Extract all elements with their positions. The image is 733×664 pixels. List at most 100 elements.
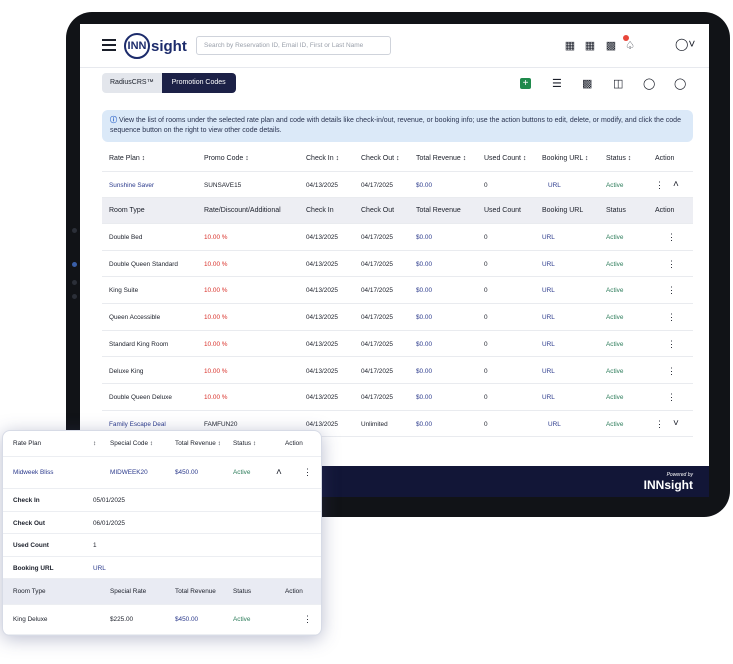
subtable-row: Double Queen Deluxe 10.00 % 04/13/2025 04/1…: [102, 384, 693, 411]
card-header: Rate Plan Special Code ↕ Total Revenue ↕ St…: [3, 431, 321, 457]
card-sub-col-header-0: Room Type: [13, 588, 46, 595]
user-icon[interactable]: ◯˅: [675, 37, 695, 51]
detail-value: 05/01/2025: [93, 497, 125, 504]
cell-0: Double Queen Deluxe: [109, 394, 172, 402]
cell-0: Deluxe King: [109, 367, 144, 375]
building-settings-icon[interactable]: ▩: [582, 77, 592, 90]
cell-6[interactable]: URL: [548, 182, 561, 189]
detail-row: Check In 05/01/2025: [3, 489, 321, 512]
col-header-1[interactable]: Promo Code ↕: [204, 155, 249, 162]
more-icon[interactable]: ⋮: [667, 232, 676, 243]
cell-5: 0: [484, 314, 488, 322]
currency-icon[interactable]: ◯: [643, 77, 655, 90]
more-icon[interactable]: ⋮: [667, 285, 676, 296]
cell-0: Queen Accessible: [109, 314, 161, 322]
cell-4: $0.00: [416, 340, 432, 348]
cell-0: Standard King Room: [109, 340, 169, 348]
col-header-6[interactable]: Booking URL ↕: [542, 155, 588, 162]
cell-7: Active: [606, 182, 624, 189]
card-col-header-4: Action: [285, 440, 303, 447]
sort-icon[interactable]: ↕: [93, 440, 96, 447]
card-col-header-0[interactable]: Rate Plan: [13, 440, 41, 447]
more-icon[interactable]: ⋮: [667, 312, 676, 323]
app-screen: INN sight Search by Reservation ID, Emai…: [80, 24, 709, 497]
more-icon[interactable]: ⋮: [303, 467, 312, 478]
page: INN sight Search by Reservation ID, Emai…: [0, 0, 733, 664]
detail-value: 06/01/2025: [93, 519, 125, 527]
app-logo[interactable]: INN sight: [124, 33, 187, 59]
cell-6[interactable]: URL: [542, 394, 555, 401]
detail-value[interactable]: URL: [93, 565, 106, 572]
more-icon[interactable]: ⋮: [667, 392, 676, 403]
breadcrumb-radiuscrs[interactable]: RadiusCRS™: [102, 73, 162, 93]
sub-col-header-8: Action: [655, 207, 675, 214]
chevron-down-icon[interactable]: ˅: [673, 418, 679, 429]
info-icon: ⓘ: [110, 117, 117, 124]
more-icon[interactable]: ⋮: [667, 259, 676, 270]
dashboard-icon[interactable]: ▩: [604, 38, 618, 52]
cell-0: Double Queen Standard: [109, 260, 178, 268]
card-sub-revenue: $450.00: [175, 616, 199, 623]
cell-6[interactable]: URL: [542, 261, 555, 268]
card-rate-plan[interactable]: Midweek Bliss: [13, 469, 54, 476]
cell-2: 04/13/2025: [306, 182, 338, 189]
table-row[interactable]: Sunshine Saver SUNSAVE15 04/13/2025 04/17/2…: [102, 172, 693, 198]
grid-icon[interactable]: ▦: [583, 38, 597, 52]
cell-2: 04/13/2025: [306, 394, 338, 402]
cell-2: 04/13/2025: [306, 287, 338, 295]
cell-6[interactable]: URL: [542, 287, 555, 294]
card-col-header-2[interactable]: Total Revenue ↕: [175, 440, 221, 447]
card-sub-col-header-1: Special Rate: [110, 588, 147, 595]
cell-2: 04/13/2025: [306, 314, 338, 322]
col-header-0[interactable]: Rate Plan ↕: [109, 155, 145, 162]
cell-1: 10.00 %: [204, 340, 228, 348]
layers-icon[interactable]: ☰: [552, 77, 562, 90]
cell-6[interactable]: URL: [542, 314, 555, 321]
help-icon[interactable]: ◯: [674, 77, 686, 90]
cell-7: Active: [606, 287, 624, 295]
more-icon[interactable]: ⋮: [667, 366, 676, 377]
detail-row: Used Count 1: [3, 534, 321, 557]
cell-6[interactable]: URL: [542, 368, 555, 375]
subtable-row: Double Queen Standard 10.00 % 04/13/2025 04…: [102, 251, 693, 278]
card-sub-status: Active: [233, 616, 251, 623]
card-row[interactable]: Midweek Bliss MIDWEEK20 $450.00 Active ˄ ⋮: [3, 457, 321, 489]
calendar-icon[interactable]: ▦: [563, 38, 577, 52]
cell-5: 0: [484, 260, 488, 268]
dollar-file-icon[interactable]: ◫: [613, 77, 623, 90]
card-status: Active: [233, 469, 251, 476]
card-col-header-3[interactable]: Status ↕: [233, 440, 256, 447]
cell-7: Active: [606, 314, 624, 322]
cell-6[interactable]: URL: [542, 234, 555, 241]
more-icon[interactable]: ⋮: [655, 419, 664, 430]
cell-7: Active: [606, 340, 624, 348]
cell-5: 0: [484, 287, 488, 295]
menu-icon[interactable]: [102, 39, 116, 51]
chevron-up-icon[interactable]: ˄: [276, 467, 282, 478]
search-input[interactable]: Search by Reservation ID, Email ID, Firs…: [196, 36, 391, 55]
more-icon[interactable]: ⋮: [667, 339, 676, 350]
cell-0: Sunshine Saver: [109, 182, 155, 189]
col-header-5[interactable]: Used Count ↕: [484, 155, 526, 162]
cell-6[interactable]: URL: [548, 421, 561, 428]
col-header-3[interactable]: Check Out ↕: [361, 155, 400, 162]
chevron-up-icon[interactable]: ˄: [673, 179, 679, 190]
cell-4: $0.00: [416, 367, 432, 375]
card-sub-col-header-3: Status: [233, 588, 252, 595]
cell-1: FAMFUN20: [204, 420, 238, 428]
col-header-7[interactable]: Status ↕: [606, 155, 631, 162]
more-icon[interactable]: ⋮: [655, 180, 664, 191]
card-col-header-1[interactable]: Special Code ↕: [110, 440, 153, 447]
subtable-row: Double Bed 10.00 % 04/13/2025 04/17/2025 $0.…: [102, 224, 693, 251]
add-button[interactable]: +: [520, 78, 531, 89]
subtable-header: Room Type Rate/Discount/Additional Check I…: [102, 198, 693, 224]
col-header-8[interactable]: Action: [655, 155, 674, 162]
more-icon[interactable]: ⋮: [303, 614, 312, 625]
col-header-4[interactable]: Total Revenue ↕: [416, 155, 466, 162]
breadcrumb-promotion-codes[interactable]: Promotion Codes: [161, 73, 236, 93]
detail-row: Booking URL URL: [3, 557, 321, 579]
col-header-2[interactable]: Check In ↕: [306, 155, 339, 162]
cell-6[interactable]: URL: [542, 341, 555, 348]
tablet-button: [72, 294, 77, 299]
cell-5: 0: [484, 234, 488, 241]
